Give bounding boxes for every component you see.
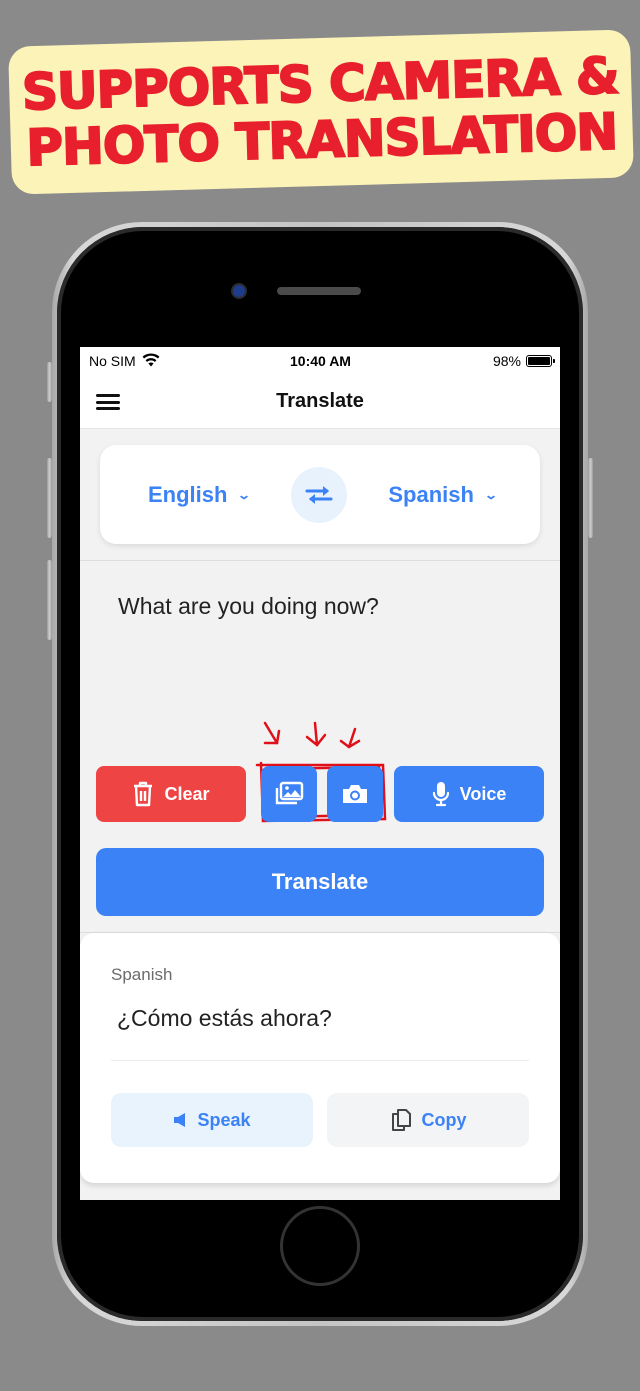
source-language-label: English xyxy=(148,481,228,507)
carrier-label: No SIM xyxy=(89,353,136,369)
voice-label: Voice xyxy=(459,783,507,804)
promo-banner: Supports Camera & Photo Translation xyxy=(8,29,634,195)
photo-gallery-icon xyxy=(275,781,304,805)
volume-up-button xyxy=(47,458,52,538)
nav-bar: Translate xyxy=(80,375,560,429)
result-language-label: Spanish xyxy=(111,965,173,984)
chevron-down-icon: ⌄ xyxy=(237,487,252,502)
app-screen: No SIM 10:40 AM 98% Translate English ⌄ xyxy=(80,347,560,1200)
target-language-label: Spanish xyxy=(388,481,474,507)
camera-button[interactable] xyxy=(327,766,383,822)
volume-down-button xyxy=(47,560,52,640)
translation-result-card: Spanish ¿Cómo estás ahora? Speak Copy xyxy=(80,933,560,1183)
microphone-icon xyxy=(432,782,449,807)
chevron-down-icon: ⌄ xyxy=(483,487,499,502)
result-divider xyxy=(111,1060,529,1061)
swap-languages-button[interactable] xyxy=(290,466,347,523)
language-selector-card: English ⌄ Spanish ⌄ xyxy=(100,445,540,544)
action-button-row: Clear Voice xyxy=(96,766,544,822)
status-bar: No SIM 10:40 AM 98% xyxy=(80,347,560,375)
power-button xyxy=(588,458,593,538)
source-language-dropdown[interactable]: English ⌄ xyxy=(148,481,252,508)
camera-icon xyxy=(343,785,367,803)
speak-label: Speak xyxy=(197,1109,251,1130)
speak-button[interactable]: Speak xyxy=(111,1093,313,1147)
home-button[interactable] xyxy=(280,1206,360,1286)
speaker-icon xyxy=(174,1113,186,1127)
translate-button[interactable]: Translate xyxy=(96,848,544,916)
clear-button[interactable]: Clear xyxy=(96,766,246,822)
copy-button[interactable]: Copy xyxy=(327,1093,529,1147)
battery-icon xyxy=(525,355,555,367)
earpiece-speaker xyxy=(277,287,361,295)
trash-icon xyxy=(134,781,153,807)
wifi-icon xyxy=(142,352,160,370)
page-title: Translate xyxy=(276,390,364,412)
hamburger-menu-icon[interactable] xyxy=(96,392,120,412)
target-language-dropdown[interactable]: Spanish ⌄ xyxy=(388,481,499,508)
translated-text: ¿Cómo estás ahora? xyxy=(117,1005,332,1031)
source-text-input[interactable] xyxy=(118,593,522,620)
clock: 10:40 AM xyxy=(290,353,351,369)
swap-arrows-icon xyxy=(305,485,333,504)
copy-label: Copy xyxy=(421,1109,467,1130)
voice-button[interactable]: Voice xyxy=(394,766,544,822)
source-text-area[interactable] xyxy=(80,561,560,751)
battery-percent: 98% xyxy=(492,353,521,369)
front-camera xyxy=(231,283,247,299)
clear-label: Clear xyxy=(164,783,210,804)
result-actions: Speak Copy xyxy=(111,1093,529,1147)
language-selector-area: English ⌄ Spanish ⌄ xyxy=(80,429,560,561)
mute-switch xyxy=(47,362,52,402)
copy-icon xyxy=(391,1109,411,1131)
photo-gallery-button[interactable] xyxy=(261,766,317,822)
